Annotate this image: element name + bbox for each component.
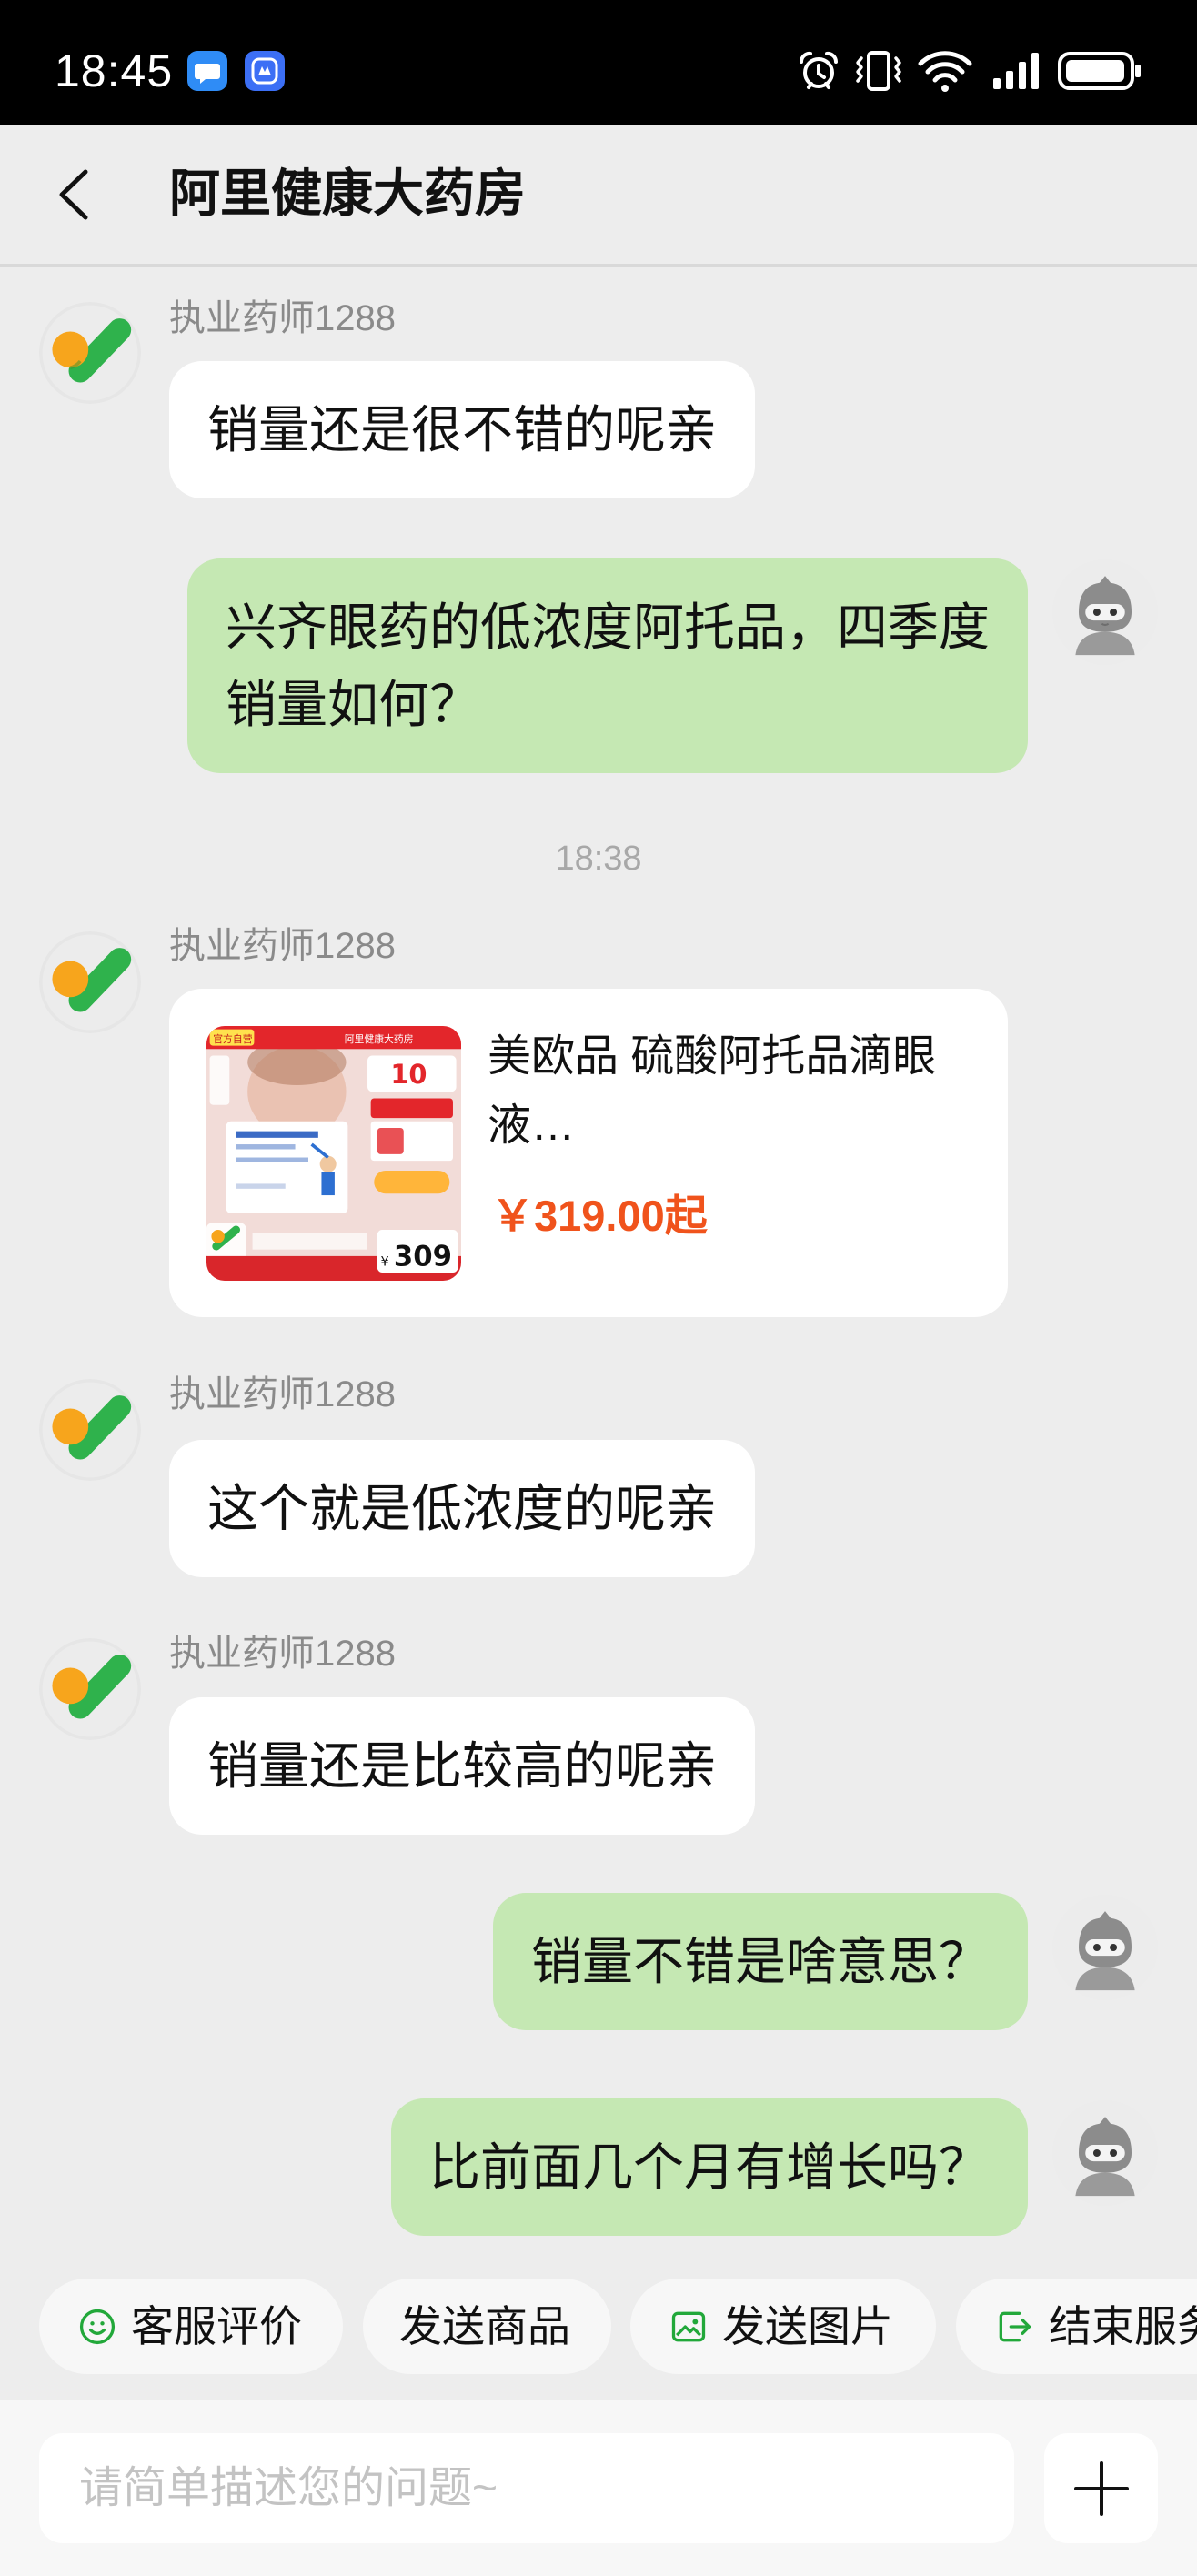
send-product-button[interactable]: 发送商品 <box>363 2279 611 2374</box>
product-title[interactable]: 美欧品 硫酸阿托品滴眼 液… <box>488 1022 979 1161</box>
exit-icon <box>994 2307 1034 2347</box>
chat-app-icon <box>187 51 227 91</box>
message-bubble-pharmacist[interactable]: 销量还是很不错的呢亲 <box>169 361 755 498</box>
product-card[interactable]: 官方自营 阿里健康大药房 10 ¥ 309 美欧品 硫酸阿托品滴眼 液… ￥31… <box>169 989 1008 1317</box>
sender-name: 执业药师1288 <box>169 1634 396 1674</box>
message-bubble-user[interactable]: 兴齐眼药的低浓度阿托品，四季度 销量如何？ <box>187 558 1028 773</box>
battery-icon <box>1058 52 1142 90</box>
thumbnail-price: 309 <box>394 1242 452 1273</box>
signal-icon <box>991 51 1042 91</box>
image-icon <box>669 2307 709 2347</box>
send-image-button[interactable]: 发送图片 <box>630 2279 936 2374</box>
message-text: 销量如何？ <box>226 676 480 733</box>
page-title: 阿里健康大药房 <box>169 165 526 222</box>
message-bubble-pharmacist[interactable]: 销量还是比较高的呢亲 <box>169 1697 755 1835</box>
plus-icon <box>1074 2461 1129 2516</box>
pharmacist-avatar[interactable] <box>39 1379 141 1481</box>
product-thumbnail[interactable]: 官方自营 阿里健康大药房 10 ¥ 309 <box>206 1026 461 1281</box>
status-bar: 18:45 <box>0 0 1197 125</box>
svg-text:¥: ¥ <box>380 1255 388 1270</box>
thumbnail-store: 阿里健康大药房 <box>345 1032 414 1045</box>
message-text: 销量还是很不错的呢亲 <box>207 401 717 458</box>
end-service-button[interactable]: 结束服务 <box>956 2279 1197 2374</box>
pharmacist-avatar[interactable] <box>39 302 141 404</box>
chip-label: 结束服务 <box>1049 2302 1197 2350</box>
chip-label: 发送商品 <box>399 2302 570 2350</box>
chip-label: 发送图片 <box>722 2302 893 2350</box>
product-title-line: 液… <box>488 1102 576 1150</box>
message-text: 兴齐眼药的低浓度阿托品，四季度 <box>226 599 990 656</box>
quick-actions-bar: 客服评价 发送商品 发送图片 结束服务 <box>0 2279 1197 2374</box>
user-avatar[interactable] <box>1052 1895 1158 2000</box>
message-bubble-pharmacist[interactable]: 这个就是低浓度的呢亲 <box>169 1440 755 1577</box>
chat-header: 阿里健康大药房 <box>0 125 1197 267</box>
product-title-line: 美欧品 硫酸阿托品滴眼 <box>488 1032 937 1081</box>
message-text: 比前面几个月有增长吗？ <box>429 2138 990 2196</box>
chip-label: 客服评价 <box>131 2302 302 2350</box>
smile-icon <box>77 2307 117 2347</box>
sender-name: 执业药师1288 <box>169 1374 396 1414</box>
vibrate-icon <box>853 49 904 93</box>
thumbnail-badge: 官方自营 <box>213 1032 252 1045</box>
sender-name: 执业药师1288 <box>169 298 396 338</box>
message-input[interactable] <box>79 2433 989 2543</box>
pharmacist-avatar[interactable] <box>39 1638 141 1740</box>
chat-timestamp: 18:38 <box>555 840 642 878</box>
pharmacist-avatar[interactable] <box>39 931 141 1033</box>
user-avatar[interactable] <box>1052 559 1158 665</box>
message-text: 这个就是低浓度的呢亲 <box>207 1480 717 1537</box>
assistant-app-icon <box>245 51 285 91</box>
alarm-icon <box>797 49 840 93</box>
chevron-left-icon[interactable] <box>51 165 102 225</box>
user-avatar[interactable] <box>1052 2100 1158 2206</box>
message-text: 销量还是比较高的呢亲 <box>207 1737 717 1795</box>
more-options-button[interactable] <box>1044 2433 1158 2543</box>
wifi-icon <box>917 47 973 95</box>
sender-name: 执业药师1288 <box>169 926 396 966</box>
status-time: 18:45 <box>55 45 174 96</box>
message-bubble-user[interactable]: 销量不错是啥意思？ <box>493 1893 1028 2030</box>
message-bubble-user[interactable]: 比前面几个月有增长吗？ <box>391 2098 1028 2236</box>
product-price: ￥319.00起 <box>491 1192 708 1240</box>
composer-bar <box>0 2400 1197 2576</box>
message-text: 销量不错是啥意思？ <box>531 1933 990 1990</box>
svg-text:10: 10 <box>390 1059 427 1090</box>
message-input-container[interactable] <box>39 2433 1014 2543</box>
rate-service-button[interactable]: 客服评价 <box>39 2279 343 2374</box>
